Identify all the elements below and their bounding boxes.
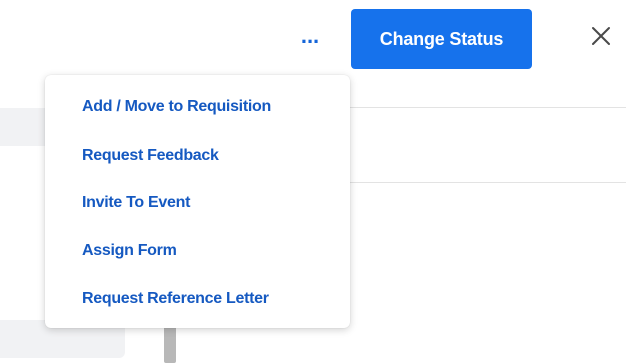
menu-item-request-feedback[interactable]: Request Feedback [82, 147, 219, 165]
more-actions-menu: Add / Move to Requisition Request Feedba… [45, 75, 350, 328]
action-header: ... Change Status [0, 0, 626, 80]
menu-item-assign-form[interactable]: Assign Form [82, 242, 177, 260]
more-actions-label: ... [300, 23, 320, 48]
change-status-button[interactable]: Change Status [351, 9, 532, 69]
change-status-label: Change Status [379, 28, 504, 49]
menu-item-add-move-to-requisition[interactable]: Add / Move to Requisition [82, 98, 271, 116]
divider [350, 107, 626, 108]
more-actions-button[interactable]: ... [293, 23, 327, 56]
divider [350, 182, 626, 183]
close-icon-svg [592, 27, 610, 45]
menu-item-invite-to-event[interactable]: Invite To Event [82, 194, 190, 212]
close-icon[interactable] [587, 22, 615, 50]
menu-item-request-reference-letter[interactable]: Request Reference Letter [82, 290, 269, 308]
